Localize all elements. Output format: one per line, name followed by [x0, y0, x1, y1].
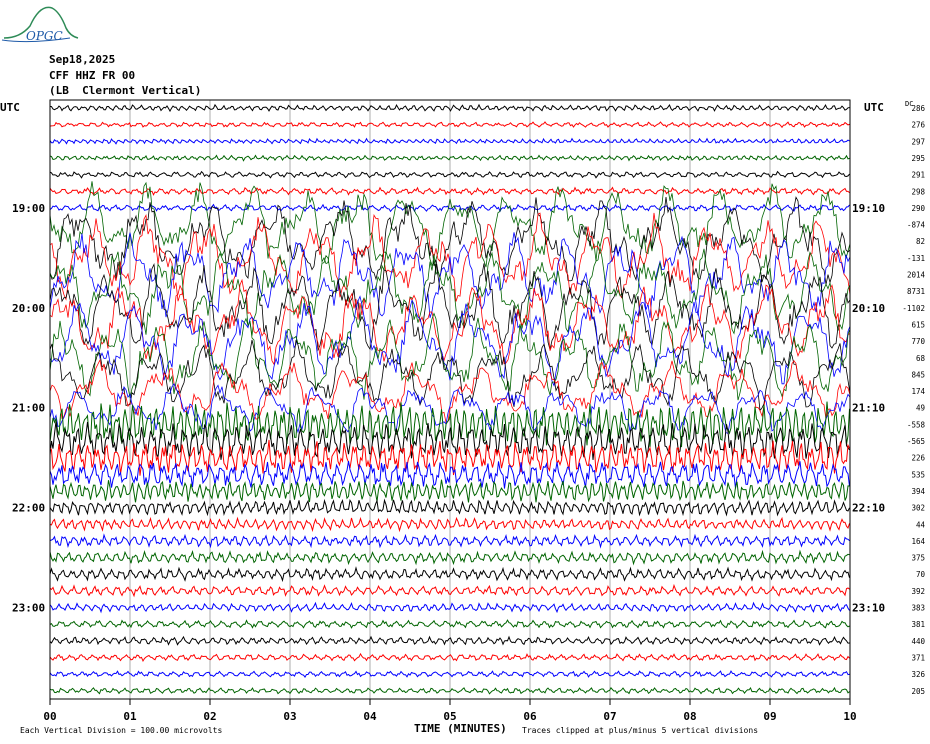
dc-offset-label: 535: [911, 470, 925, 479]
dc-offset-label: -874: [907, 221, 926, 230]
dc-offset-label: 68: [916, 354, 926, 363]
dc-offset-label: -565: [907, 437, 925, 446]
dc-offset-label: -131: [907, 254, 925, 263]
x-tick-label: 08: [683, 710, 696, 723]
right-time-label: 19:10: [852, 202, 885, 215]
x-axis-title: TIME (MINUTES): [414, 722, 507, 735]
dc-offset-label: 82: [916, 237, 925, 246]
x-tick-label: 10: [843, 710, 856, 723]
dc-offset-label: 375: [911, 554, 925, 563]
dc-offset-label: 286: [911, 104, 925, 113]
dc-offset-label: 295: [911, 154, 925, 163]
x-tick-label: 04: [363, 710, 377, 723]
x-tick-label: 09: [763, 710, 776, 723]
x-tick-label: 01: [123, 710, 137, 723]
dc-offset-label: 226: [911, 454, 925, 463]
dc-offset-label: 770: [911, 337, 925, 346]
dc-offset-label: 302: [911, 504, 925, 513]
x-tick-label: 03: [283, 710, 296, 723]
left-time-label: 21:00: [12, 402, 45, 415]
helicorder-plot: 00 01 02 03 04 05 06 07 08 09 10286276297295291298…: [0, 99, 926, 735]
scale-note: Each Vertical Division = 100.00 microvol…: [20, 726, 222, 735]
dc-offset-label: 392: [911, 587, 925, 596]
dc-offset-label: 381: [911, 620, 925, 629]
dc-offset-label: 2014: [907, 271, 926, 280]
dc-offset-label: 205: [911, 687, 925, 696]
dc-header-label: DC: [905, 100, 913, 108]
x-tick-label: 00: [43, 710, 56, 723]
dc-offset-label: 371: [911, 653, 925, 662]
dc-offset-label: 297: [911, 137, 925, 146]
dc-offset-label: 383: [911, 604, 925, 613]
x-tick-label: 07: [603, 710, 616, 723]
right-utc-label: UTC: [864, 101, 884, 114]
left-utc-label: UTC: [0, 101, 20, 114]
dc-offset-label: 291: [911, 171, 925, 180]
dc-offset-label: 8731: [907, 287, 925, 296]
dc-offset-label: 394: [911, 487, 925, 496]
dc-offset-label: -558: [907, 420, 926, 429]
x-tick-label: 02: [203, 710, 216, 723]
left-time-label: 22:00: [12, 502, 45, 515]
left-time-label: 20:00: [12, 302, 45, 315]
dc-offset-label: 276: [911, 121, 925, 130]
dc-offset-label: 174: [911, 387, 925, 396]
x-tick-label: 06: [523, 710, 537, 723]
right-time-label: 22:10: [852, 502, 885, 515]
dc-offset-label: 326: [911, 670, 925, 679]
dc-offset-label: 44: [916, 520, 926, 529]
dc-offset-label: 164: [911, 537, 925, 546]
right-time-label: 23:10: [852, 602, 885, 615]
clip-note: Traces clipped at plus/minus 5 vertical …: [522, 726, 758, 735]
left-time-label: 19:00: [12, 202, 45, 215]
dc-offset-label: 70: [916, 570, 926, 579]
dc-offset-label: -1102: [902, 304, 925, 313]
dc-offset-label: 298: [911, 187, 925, 196]
dc-offset-label: 440: [911, 637, 925, 646]
dc-offset-label: 290: [911, 204, 925, 213]
dc-offset-label: 49: [916, 404, 925, 413]
right-time-label: 21:10: [852, 402, 885, 415]
dc-offset-label: 615: [911, 320, 925, 329]
left-time-label: 23:00: [12, 602, 45, 615]
dc-offset-label: 845: [911, 370, 925, 379]
right-time-label: 20:10: [852, 302, 885, 315]
